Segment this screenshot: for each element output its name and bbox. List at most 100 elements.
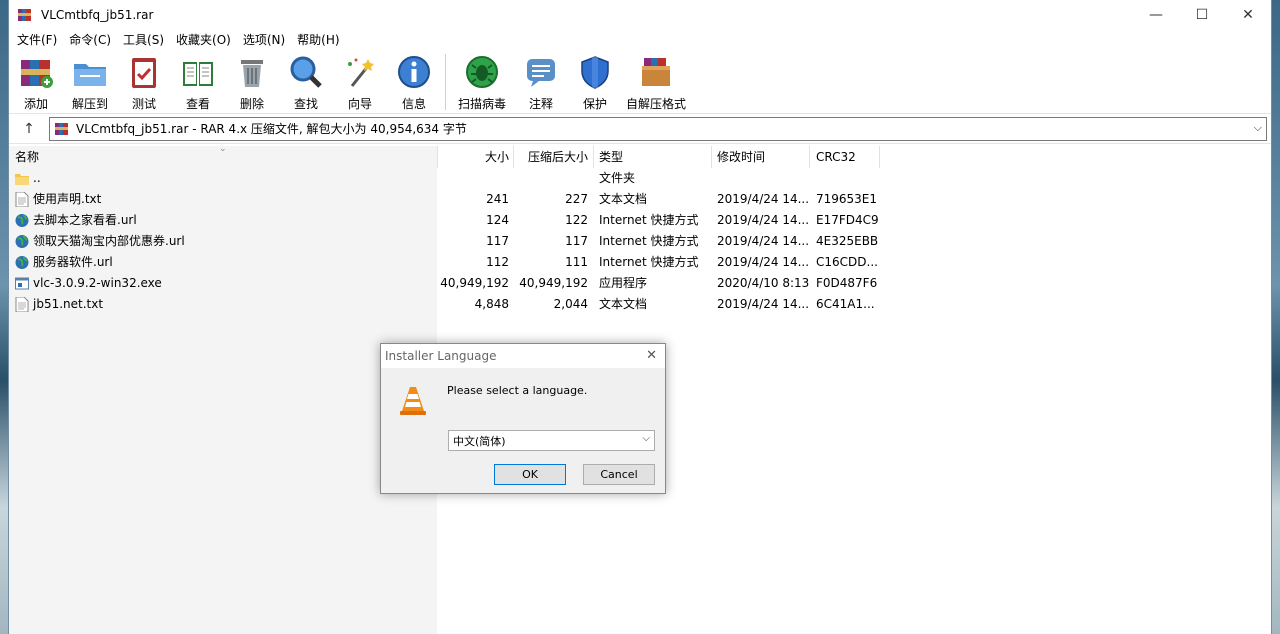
file-packed-size: 40,949,192	[519, 276, 588, 290]
sfx-button[interactable]: 自解压格式	[622, 52, 690, 112]
delete-button[interactable]: 删除	[225, 52, 279, 112]
find-label: 查找	[293, 97, 318, 111]
column-divider	[809, 146, 810, 168]
folder-icon	[15, 174, 29, 185]
file-packed-size: 227	[565, 192, 588, 206]
file-packed-size: 122	[565, 213, 588, 227]
toolbar: 添加 解压到 测试 查看 删除 查找 向导 信息 扫描病毒 注释 保护 自解压格…	[9, 50, 1271, 114]
ok-button[interactable]: OK	[494, 464, 566, 485]
dialog-message: Please select a language.	[447, 384, 588, 397]
chevron-down-icon[interactable]: ⌵	[1254, 121, 1262, 135]
vlc-cone-icon	[400, 387, 426, 415]
list-item[interactable]: 服务器软件.url 112 111 Internet 快捷方式 2019/4/2…	[9, 252, 889, 273]
address-bar: ↑ VLCmtbfq_jb51.rar - RAR 4.x 压缩文件, 解包大小…	[9, 114, 1271, 144]
column-divider	[437, 146, 438, 168]
comment-icon	[521, 52, 561, 92]
list-item[interactable]: .. 文件夹	[9, 168, 889, 189]
virus-scan-button[interactable]: 扫描病毒	[450, 52, 514, 112]
file-type: 文件夹	[599, 171, 636, 185]
language-select-value: 中文(简体)	[453, 434, 506, 448]
column-size[interactable]: 大小	[439, 146, 509, 168]
archive-path-field[interactable]: VLCmtbfq_jb51.rar - RAR 4.x 压缩文件, 解包大小为 …	[49, 116, 1267, 141]
winrar-window: VLCmtbfq_jb51.rar — ☐ ✕ 文件(F) 命令(C) 工具(S…	[8, 0, 1272, 634]
dialog-close-button[interactable]: ✕	[646, 348, 657, 363]
installer-language-dialog: Installer Language ✕ Please select a lan…	[380, 343, 666, 494]
file-modified: 2019/4/24 14...	[717, 297, 810, 311]
list-item[interactable]: vlc-3.0.9.2-win32.exe 40,949,192 40,949,…	[9, 273, 889, 294]
up-folder-button[interactable]: ↑	[9, 114, 49, 144]
globe-icon	[15, 256, 29, 269]
sort-indicator-icon: ⌄	[219, 144, 227, 154]
column-modified[interactable]: 修改时间	[717, 146, 765, 168]
menu-help[interactable]: 帮助(H)	[291, 30, 345, 50]
view-button[interactable]: 查看	[171, 52, 225, 112]
info-button[interactable]: 信息	[387, 52, 441, 112]
column-divider	[593, 146, 594, 168]
list-item[interactable]: 领取天猫淘宝内部优惠券.url 117 117 Internet 快捷方式 20…	[9, 231, 889, 252]
menu-file[interactable]: 文件(F)	[11, 30, 63, 50]
file-name: 去脚本之家看看.url	[33, 213, 137, 227]
list-item[interactable]: jb51.net.txt 4,848 2,044 文本文档 2019/4/24 …	[9, 294, 889, 315]
extract-to-button[interactable]: 解压到	[63, 52, 117, 112]
file-rows: .. 文件夹 使用声明.txt 241 227 文本文档 2019/4/24 1…	[9, 168, 889, 315]
file-size: 112	[486, 255, 509, 269]
file-name: ..	[33, 171, 41, 185]
comment-button[interactable]: 注释	[514, 52, 568, 112]
add-button[interactable]: 添加	[9, 52, 63, 112]
extract-to-label: 解压到	[71, 97, 108, 111]
sfx-label: 自解压格式	[625, 97, 686, 111]
protect-label: 保护	[582, 97, 607, 111]
menu-favorites[interactable]: 收藏夹(O)	[170, 30, 237, 50]
file-modified: 2019/4/24 14...	[717, 213, 810, 227]
file-crc32: 719653E1	[816, 192, 878, 206]
text-file-icon	[15, 192, 29, 207]
file-size: 124	[486, 213, 509, 227]
close-button[interactable]: ✕	[1225, 0, 1271, 30]
view-book-icon	[178, 52, 218, 92]
menu-options[interactable]: 选项(N)	[237, 30, 291, 50]
protect-button[interactable]: 保护	[568, 52, 622, 112]
column-packed-size[interactable]: 压缩后大小	[515, 146, 588, 168]
file-type: Internet 快捷方式	[599, 234, 699, 248]
add-label: 添加	[23, 97, 48, 111]
wizard-button[interactable]: 向导	[333, 52, 387, 112]
minimize-button[interactable]: —	[1133, 0, 1179, 30]
menu-tools[interactable]: 工具(S)	[117, 30, 170, 50]
language-select[interactable]: 中文(简体) ⌵	[448, 430, 655, 451]
window-title: VLCmtbfq_jb51.rar	[41, 8, 154, 22]
file-type: 文本文档	[599, 192, 648, 206]
column-crc32[interactable]: CRC32	[816, 146, 856, 168]
test-button[interactable]: 测试	[117, 52, 171, 112]
globe-icon	[15, 214, 29, 227]
list-item[interactable]: 去脚本之家看看.url 124 122 Internet 快捷方式 2019/4…	[9, 210, 889, 231]
column-type[interactable]: 类型	[599, 146, 623, 168]
list-item[interactable]: 使用声明.txt 241 227 文本文档 2019/4/24 14... 71…	[9, 189, 889, 210]
file-name: vlc-3.0.9.2-win32.exe	[33, 276, 162, 290]
file-crc32: 4E325EBB	[816, 234, 879, 248]
maximize-button[interactable]: ☐	[1179, 0, 1225, 30]
wizard-label: 向导	[347, 97, 372, 111]
globe-icon	[15, 235, 29, 248]
file-modified: 2019/4/24 14...	[717, 192, 810, 206]
cancel-button[interactable]: Cancel	[583, 464, 655, 485]
chevron-down-icon: ⌵	[642, 433, 650, 444]
find-button[interactable]: 查找	[279, 52, 333, 112]
file-crc32: 6C41A1...	[816, 297, 875, 311]
info-label: 信息	[401, 97, 426, 111]
file-crc32: C16CDD...	[816, 255, 878, 269]
column-divider	[513, 146, 514, 168]
file-size: 40,949,192	[440, 276, 509, 290]
menu-commands[interactable]: 命令(C)	[63, 30, 117, 50]
comment-label: 注释	[528, 97, 553, 111]
file-crc32: E17FD4C9	[816, 213, 879, 227]
column-name[interactable]: 名称	[15, 146, 39, 168]
file-name: 使用声明.txt	[33, 192, 102, 206]
title-bar: VLCmtbfq_jb51.rar — ☐ ✕	[9, 0, 1271, 30]
wizard-wand-icon	[340, 52, 380, 92]
sfx-box-icon	[636, 52, 676, 92]
test-clipboard-icon	[124, 52, 164, 92]
column-divider	[879, 146, 880, 168]
file-type: 应用程序	[599, 276, 648, 290]
test-label: 测试	[131, 97, 156, 111]
dialog-title: Installer Language	[385, 349, 497, 363]
